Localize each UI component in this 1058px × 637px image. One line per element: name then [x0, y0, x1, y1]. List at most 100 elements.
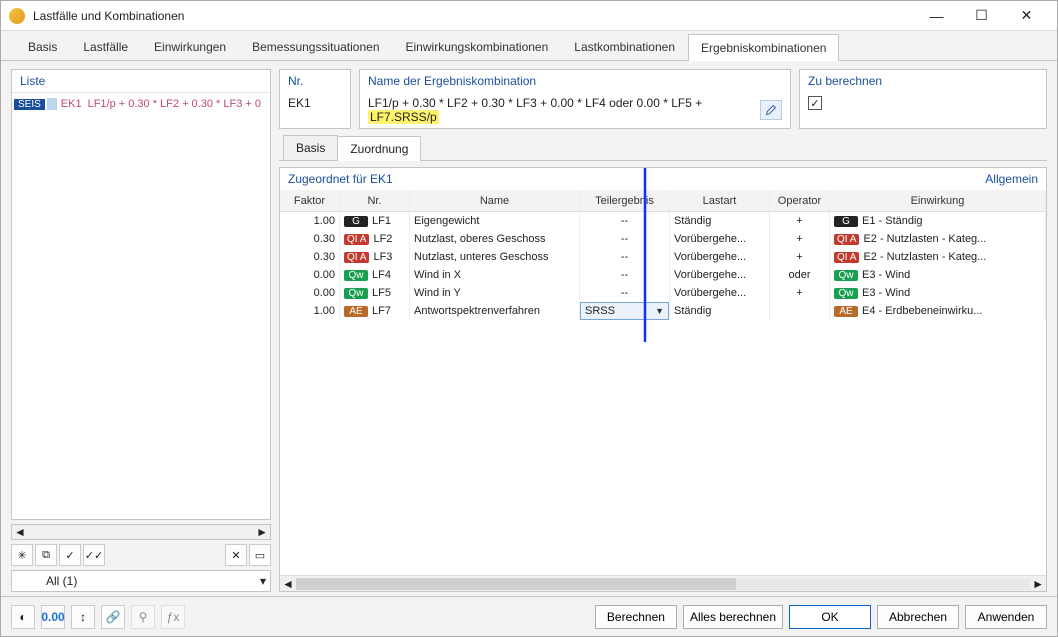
anwenden-button[interactable]: Anwenden [965, 605, 1047, 629]
cell-teilergebnis[interactable]: -- [580, 230, 670, 248]
tab-einwirkungen[interactable]: Einwirkungen [141, 33, 239, 60]
col-name[interactable]: Name [410, 190, 580, 211]
cell-nr[interactable]: QwLF5 [340, 284, 410, 302]
cell-teilergebnis[interactable]: -- [580, 284, 670, 302]
cell-einwirkung[interactable]: QI AE2 - Nutzlasten - Kateg... [830, 230, 1046, 248]
table-row[interactable]: 1.00AELF7Antwortspektrenverfahren SRSS ▼… [280, 302, 1046, 320]
footer-btn-5[interactable]: ⚲ [131, 605, 155, 629]
col-teilergebnis[interactable]: Teilergebnis [580, 190, 670, 211]
table-row[interactable]: 0.30QI ALF2Nutzlast, oberes Geschoss--Vo… [280, 230, 1046, 248]
cell-faktor[interactable]: 0.30 [280, 248, 340, 266]
cell-operator[interactable]: + [770, 230, 830, 248]
cell-name[interactable]: Wind in X [410, 266, 580, 284]
teilergebnis-dropdown[interactable]: SRSS ▼ [580, 302, 669, 320]
cell-faktor[interactable]: 0.00 [280, 284, 340, 302]
delete-button[interactable]: ✕ [225, 544, 247, 566]
cell-lastart[interactable]: Vorübergehe... [670, 284, 770, 302]
table-hscroll[interactable]: ◄ ► [280, 575, 1046, 591]
alles-berechnen-button[interactable]: Alles berechnen [683, 605, 783, 629]
subtab-basis[interactable]: Basis [283, 135, 338, 160]
copy-button[interactable]: ⧉ [35, 544, 57, 566]
cell-operator[interactable]: oder [770, 266, 830, 284]
cell-name[interactable]: Nutzlast, unteres Geschoss [410, 248, 580, 266]
cell-einwirkung[interactable]: AEE4 - Erdbebeneinwirku... [830, 302, 1046, 320]
cell-operator[interactable]: + [770, 284, 830, 302]
abbrechen-button[interactable]: Abbrechen [877, 605, 959, 629]
tab-lastfaelle[interactable]: Lastfälle [70, 33, 141, 60]
scroll-track[interactable] [296, 578, 1030, 590]
check2-button[interactable]: ✓✓ [83, 544, 105, 566]
calc-checkbox[interactable]: ✓ [808, 96, 822, 110]
footer-btn-1[interactable]: ◐ [11, 605, 35, 629]
cell-lastart[interactable]: Vorübergehe... [670, 266, 770, 284]
tab-basis[interactable]: Basis [15, 33, 70, 60]
cell-faktor[interactable]: 1.00 [280, 302, 340, 320]
cell-operator[interactable]: + [770, 248, 830, 266]
table-row[interactable]: 1.00GLF1Eigengewicht--Ständig+GE1 - Stän… [280, 212, 1046, 230]
filter-bar[interactable]: All (1) ▾ [11, 570, 271, 592]
cell-teilergebnis[interactable]: SRSS ▼ SRSSXYX, Eigenform 1Y, Eigenform … [580, 302, 670, 320]
tab-bemessungssituationen[interactable]: Bemessungssituationen [239, 33, 392, 60]
col-faktor[interactable]: Faktor [280, 190, 340, 211]
col-nr[interactable]: Nr. [340, 190, 410, 211]
cell-nr[interactable]: QI ALF2 [340, 230, 410, 248]
cell-einwirkung[interactable]: GE1 - Ständig [830, 212, 1046, 230]
berechnen-button[interactable]: Berechnen [595, 605, 677, 629]
scroll-left-icon[interactable]: ◄ [14, 525, 26, 539]
cell-name[interactable]: Eigengewicht [410, 212, 580, 230]
cell-lastart[interactable]: Vorübergehe... [670, 248, 770, 266]
col-einwirkung[interactable]: Einwirkung [830, 190, 1046, 211]
ok-button[interactable]: OK [789, 605, 871, 629]
cell-teilergebnis[interactable]: -- [580, 266, 670, 284]
subtab-zuordnung[interactable]: Zuordnung [337, 136, 421, 161]
col-lastart[interactable]: Lastart [670, 190, 770, 211]
liste-area[interactable]: SEIS EK1 LF1/p + 0.30 * LF2 + 0.30 * LF3… [12, 93, 270, 519]
scroll-right-icon[interactable]: ► [256, 525, 268, 539]
cell-lastart[interactable]: Vorübergehe... [670, 230, 770, 248]
scroll-thumb[interactable] [296, 578, 737, 590]
cell-einwirkung[interactable]: QwE3 - Wind [830, 284, 1046, 302]
footer-btn-4[interactable]: 🔗 [101, 605, 125, 629]
footer-btn-3[interactable]: ↕ [71, 605, 95, 629]
table-row[interactable]: 0.00QwLF4Wind in X--Vorübergehe...oderQw… [280, 266, 1046, 284]
minimize-button[interactable]: — [914, 1, 959, 30]
footer-btn-6[interactable]: ƒx [161, 605, 185, 629]
cell-nr[interactable]: AELF7 [340, 302, 410, 320]
cell-name[interactable]: Wind in Y [410, 284, 580, 302]
footer-btn-2[interactable]: 0.00 [41, 605, 65, 629]
list-item[interactable]: SEIS EK1 LF1/p + 0.30 * LF2 + 0.30 * LF3… [14, 95, 268, 113]
select-button[interactable]: ▭ [249, 544, 271, 566]
cell-teilergebnis[interactable]: -- [580, 248, 670, 266]
cell-teilergebnis[interactable]: -- [580, 212, 670, 230]
cell-nr[interactable]: QI ALF3 [340, 248, 410, 266]
maximize-button[interactable]: ☐ [959, 1, 1004, 30]
cell-nr[interactable]: GLF1 [340, 212, 410, 230]
cell-einwirkung[interactable]: QI AE2 - Nutzlasten - Kateg... [830, 248, 1046, 266]
scroll-left-icon[interactable]: ◄ [282, 577, 294, 591]
tab-lastkombinationen[interactable]: Lastkombinationen [561, 33, 688, 60]
cell-name[interactable]: Antwortspektrenverfahren [410, 302, 580, 320]
new-button[interactable]: ✳ [11, 544, 33, 566]
col-operator[interactable]: Operator [770, 190, 830, 211]
left-hscroll[interactable]: ◄ ► [11, 524, 271, 540]
cell-lastart[interactable]: Ständig [670, 302, 770, 320]
cell-lastart[interactable]: Ständig [670, 212, 770, 230]
table-row[interactable]: 0.00QwLF5Wind in Y--Vorübergehe...+QwE3 … [280, 284, 1046, 302]
cell-nr[interactable]: QwLF4 [340, 266, 410, 284]
table-row[interactable]: 0.30QI ALF3Nutzlast, unteres Geschoss--V… [280, 248, 1046, 266]
cell-faktor[interactable]: 0.00 [280, 266, 340, 284]
close-button[interactable]: ✕ [1004, 1, 1049, 30]
tab-einwirkungskombinationen[interactable]: Einwirkungskombinationen [393, 33, 562, 60]
cell-operator[interactable] [770, 302, 830, 320]
check-button[interactable]: ✓ [59, 544, 81, 566]
edit-name-button[interactable] [760, 100, 782, 120]
cell-name[interactable]: Nutzlast, oberes Geschoss [410, 230, 580, 248]
chevron-down-icon[interactable]: ▼ [655, 306, 664, 316]
tab-ergebniskombinationen[interactable]: Ergebniskombinationen [688, 34, 839, 61]
cell-faktor[interactable]: 0.30 [280, 230, 340, 248]
filter-dropdown-icon[interactable]: ▾ [260, 574, 266, 588]
scroll-right-icon[interactable]: ► [1032, 577, 1044, 591]
cell-einwirkung[interactable]: QwE3 - Wind [830, 266, 1046, 284]
cell-operator[interactable]: + [770, 212, 830, 230]
cell-faktor[interactable]: 1.00 [280, 212, 340, 230]
